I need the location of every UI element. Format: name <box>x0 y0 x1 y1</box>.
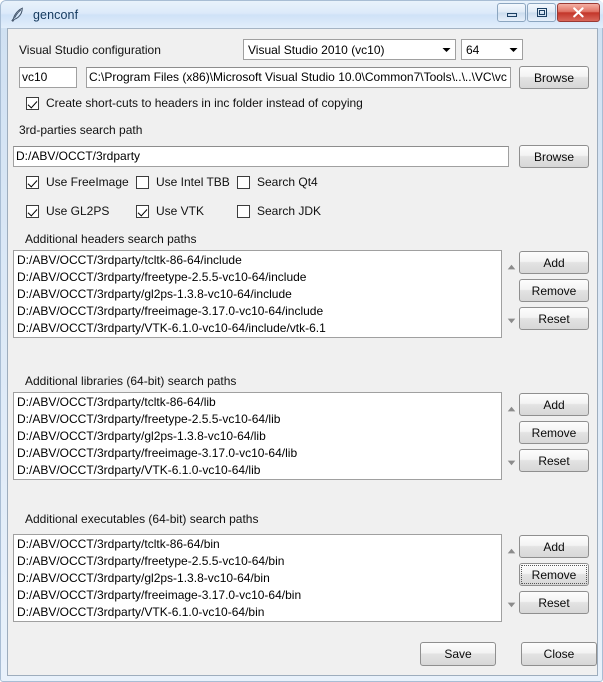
libraries-scrollbar[interactable] <box>504 392 518 480</box>
scroll-down-arrow-icon[interactable] <box>507 460 516 466</box>
vs-path-input[interactable]: C:\Program Files (x86)\Microsoft Visual … <box>86 67 511 88</box>
window-controls <box>497 3 600 22</box>
checkbox-box <box>26 204 39 218</box>
bitness-combo[interactable]: 64 <box>461 39 523 60</box>
executables-listbox[interactable]: D:/ABV/OCCT/3rdparty/tcltk-86-64/bin D:/… <box>13 534 502 622</box>
checkbox-box <box>136 204 149 218</box>
list-item[interactable]: D:/ABV/OCCT/3rdparty/freeimage-3.17.0-vc… <box>15 445 501 462</box>
vs-short-name-input[interactable]: vc10 <box>19 67 77 88</box>
headers-reset-button[interactable]: Reset <box>519 307 589 330</box>
save-button[interactable]: Save <box>420 642 496 666</box>
chevron-down-icon <box>437 47 455 53</box>
checkbox-box <box>26 175 39 189</box>
search-jdk-checkbox[interactable]: Search JDK <box>237 204 321 218</box>
list-item[interactable]: D:/ABV/OCCT/3rdparty/freeimage-3.17.0-vc… <box>15 587 501 604</box>
executables-remove-button[interactable]: Remove <box>519 563 589 586</box>
scroll-up-arrow-icon[interactable] <box>507 264 516 270</box>
search-qt4-label: Search Qt4 <box>257 175 318 189</box>
list-item[interactable]: D:/ABV/OCCT/3rdparty/tcltk-86-64/bin <box>15 536 501 553</box>
list-item[interactable]: D:/ABV/OCCT/3rdparty/VTK-6.1.0-vc10-64/l… <box>15 462 501 479</box>
close-icon <box>573 7 584 18</box>
libraries-search-paths-label: Additional libraries (64-bit) search pat… <box>25 374 237 388</box>
checkbox-box <box>136 175 149 189</box>
use-gl2ps-checkbox[interactable]: Use GL2PS <box>26 204 109 218</box>
checkbox-box <box>26 96 39 110</box>
list-item[interactable]: D:/ABV/OCCT/3rdparty/VTK-6.1.0-vc10-64/i… <box>15 320 501 337</box>
use-freeimage-checkbox[interactable]: Use FreeImage <box>26 175 129 189</box>
libraries-remove-button[interactable]: Remove <box>519 421 589 444</box>
thirdparty-browse-button[interactable]: Browse <box>519 145 589 168</box>
create-shortcuts-checkbox[interactable]: Create short-cuts to headers in inc fold… <box>26 96 363 110</box>
close-button[interactable] <box>557 3 600 22</box>
use-vtk-checkbox[interactable]: Use VTK <box>136 204 204 218</box>
list-item[interactable]: D:/ABV/OCCT/3rdparty/gl2ps-1.3.8-vc10-64… <box>15 428 501 445</box>
headers-add-button[interactable]: Add <box>519 251 589 274</box>
use-gl2ps-label: Use GL2PS <box>46 204 110 218</box>
search-jdk-label: Search JDK <box>257 204 322 218</box>
executables-reset-button[interactable]: Reset <box>519 591 589 614</box>
libraries-add-button[interactable]: Add <box>519 393 589 416</box>
headers-search-paths-label: Additional headers search paths <box>25 232 197 246</box>
executables-search-paths-label: Additional executables (64-bit) search p… <box>25 512 259 526</box>
maximize-button[interactable] <box>527 3 556 22</box>
visual-studio-version-combo[interactable]: Visual Studio 2010 (vc10) <box>243 39 456 60</box>
use-freeimage-label: Use FreeImage <box>46 175 129 189</box>
executables-scrollbar[interactable] <box>504 534 518 622</box>
scroll-up-arrow-icon[interactable] <box>507 548 516 554</box>
minimize-button[interactable] <box>497 3 526 22</box>
close-dialog-button[interactable]: Close <box>521 642 597 666</box>
list-item[interactable]: D:/ABV/OCCT/3rdparty/VTK-6.1.0-vc10-64/b… <box>15 604 501 621</box>
list-item[interactable]: D:/ABV/OCCT/3rdparty/gl2ps-1.3.8-vc10-64… <box>15 570 501 587</box>
chevron-down-icon <box>504 47 522 53</box>
dialog-client-area: Visual Studio configuration Visual Studi… <box>7 28 598 676</box>
title-bar[interactable]: genconf <box>1 1 603 28</box>
checkbox-box <box>237 204 250 218</box>
feather-quill-icon <box>11 7 23 22</box>
maximize-icon <box>536 8 547 17</box>
list-item[interactable]: D:/ABV/OCCT/3rdparty/freeimage-3.17.0-vc… <box>15 303 501 320</box>
executables-add-button[interactable]: Add <box>519 535 589 558</box>
use-intel-tbb-label: Use Intel TBB <box>156 175 230 189</box>
visual-studio-version-value: Visual Studio 2010 (vc10) <box>248 42 385 57</box>
use-vtk-label: Use VTK <box>156 204 205 218</box>
scroll-down-arrow-icon[interactable] <box>507 602 516 608</box>
libraries-reset-button[interactable]: Reset <box>519 449 589 472</box>
create-shortcuts-label: Create short-cuts to headers in inc fold… <box>46 96 363 110</box>
headers-remove-button[interactable]: Remove <box>519 279 589 302</box>
visual-studio-configuration-label: Visual Studio configuration <box>19 43 161 57</box>
list-item[interactable]: D:/ABV/OCCT/3rdparty/gl2ps-1.3.8-vc10-64… <box>15 286 501 303</box>
list-item[interactable]: D:/ABV/OCCT/3rdparty/tcltk-86-64/lib <box>15 394 501 411</box>
search-qt4-checkbox[interactable]: Search Qt4 <box>237 175 318 189</box>
scroll-up-arrow-icon[interactable] <box>507 406 516 412</box>
headers-scrollbar[interactable] <box>504 250 518 338</box>
minimize-icon <box>506 12 517 17</box>
libraries-listbox[interactable]: D:/ABV/OCCT/3rdparty/tcltk-86-64/lib D:/… <box>13 392 502 480</box>
thirdparty-path-input[interactable]: D:/ABV/OCCT/3rdparty <box>13 146 509 167</box>
window-title: genconf <box>33 7 79 22</box>
headers-listbox[interactable]: D:/ABV/OCCT/3rdparty/tcltk-86-64/include… <box>13 250 502 338</box>
list-item[interactable]: D:/ABV/OCCT/3rdparty/freetype-2.5.5-vc10… <box>15 411 501 428</box>
vs-path-browse-button[interactable]: Browse <box>519 66 589 89</box>
list-item[interactable]: D:/ABV/OCCT/3rdparty/tcltk-86-64/include <box>15 252 501 269</box>
list-item[interactable]: D:/ABV/OCCT/3rdparty/freetype-2.5.5-vc10… <box>15 553 501 570</box>
checkbox-box <box>237 175 250 189</box>
list-item[interactable]: D:/ABV/OCCT/3rdparty/freetype-2.5.5-vc10… <box>15 269 501 286</box>
thirdparty-search-path-label: 3rd-parties search path <box>19 123 143 137</box>
genconf-window: genconf Visual Studio configuration Visu… <box>0 0 603 682</box>
scroll-down-arrow-icon[interactable] <box>507 318 516 324</box>
use-intel-tbb-checkbox[interactable]: Use Intel TBB <box>136 175 230 189</box>
bitness-value: 64 <box>466 42 480 57</box>
